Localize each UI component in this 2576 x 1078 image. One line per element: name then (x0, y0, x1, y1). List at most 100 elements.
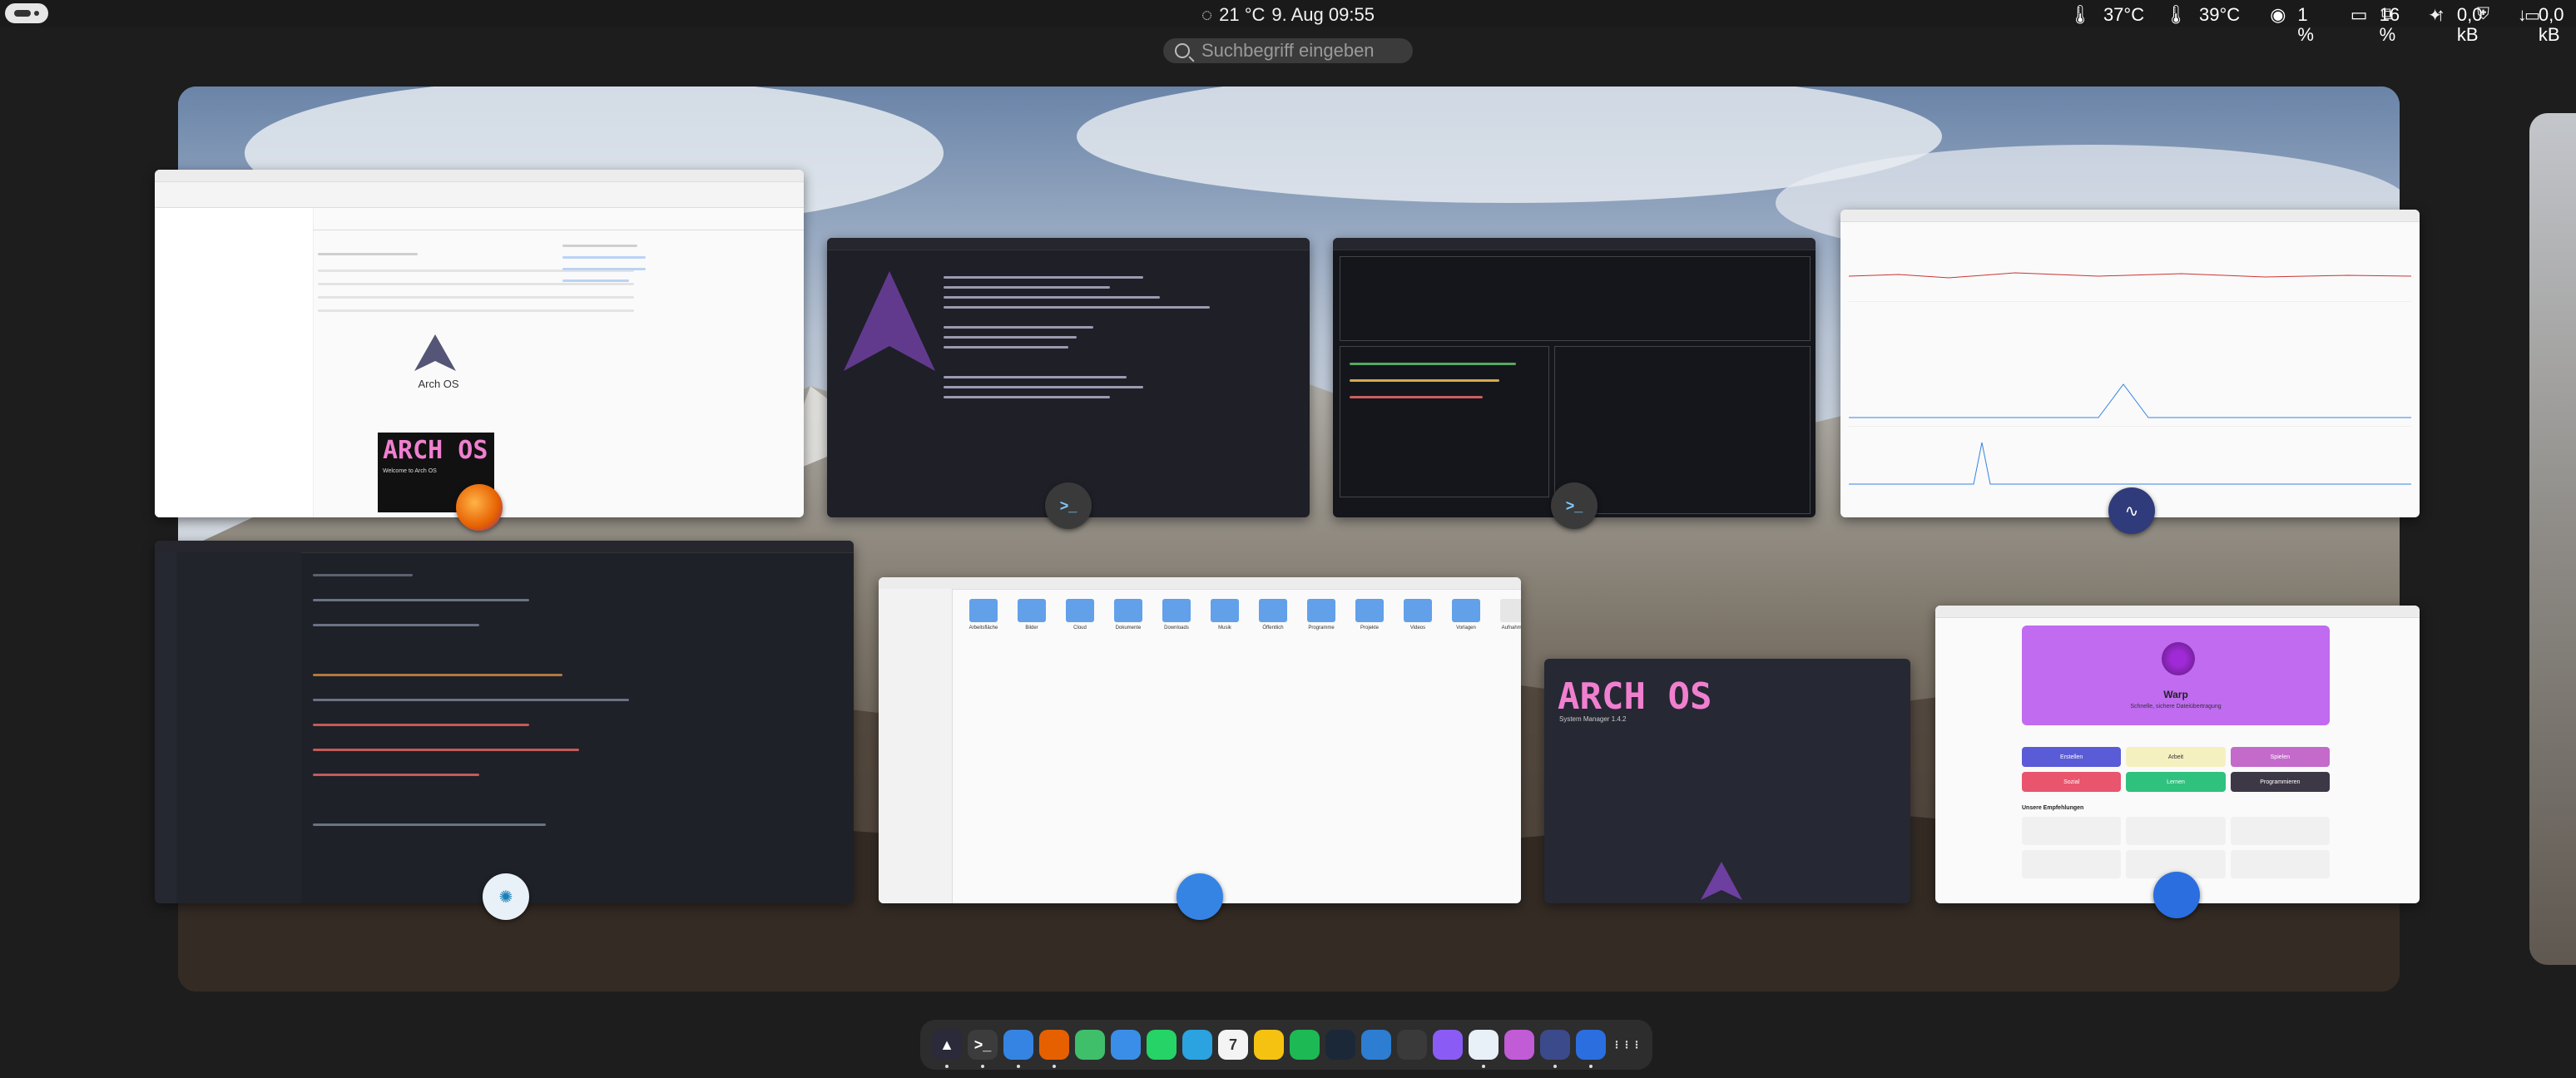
window-firefox[interactable]: Arch OS ARCH OS Welcome to Arch OS (155, 170, 804, 517)
folder-label: Vorlagen (1456, 626, 1476, 630)
browser-toolbar[interactable] (155, 182, 804, 208)
dock-firefox-icon[interactable] (1039, 1030, 1069, 1068)
shield-icon[interactable]: ⛨ (2477, 5, 2489, 26)
dock-whatsapp-icon[interactable] (1147, 1030, 1177, 1060)
arch-logo-icon (1701, 862, 1742, 900)
gitkraken-icon: ✺ (483, 873, 529, 920)
category-develop[interactable]: Programmieren (2230, 772, 2330, 792)
disk-graph (1849, 442, 2411, 485)
dock-console-icon[interactable]: >_ (968, 1030, 998, 1068)
search-placeholder: Suchbegriff eingeben (1201, 40, 1375, 61)
folder-item[interactable]: Videos (1399, 599, 1436, 630)
window-archos-splash[interactable]: ARCH OS System Manager 1.4.2 (1544, 659, 1910, 903)
dock-gitkraken-icon[interactable] (1469, 1030, 1499, 1068)
window-system-monitor[interactable] (1840, 210, 2420, 517)
folder-icon (1452, 599, 1480, 622)
folder-item[interactable]: Programme (1303, 599, 1340, 630)
category-create[interactable]: Erstellen (2022, 747, 2122, 767)
dock-notes-icon[interactable] (1254, 1030, 1284, 1060)
window-titlebar[interactable] (827, 238, 1310, 250)
window-terminal-fastfetch[interactable] (827, 238, 1310, 517)
folder-item[interactable]: Downloads (1158, 599, 1195, 630)
folder-item[interactable]: Öffentlich (1255, 599, 1291, 630)
window-titlebar[interactable] (1935, 606, 2420, 618)
window-titlebar[interactable] (1333, 238, 1816, 250)
dock-twitch-icon[interactable] (1433, 1030, 1463, 1060)
folder-item[interactable]: Aufnahmen (1496, 599, 1521, 630)
category-learn[interactable]: Lernen (2126, 772, 2226, 792)
folder-item[interactable]: Vorlagen (1448, 599, 1484, 630)
folder-item[interactable]: Dokumente (1110, 599, 1147, 630)
dock-browser-alt-icon[interactable] (1111, 1030, 1141, 1060)
weather-icon: ◌ (1201, 4, 1213, 25)
folder-item[interactable]: Musik (1206, 599, 1243, 630)
featured-title: Warp (2163, 689, 2188, 700)
featured-banner[interactable]: Warp Schnelle, sichere Dateiübertragung (2022, 626, 2330, 725)
folder-label: Videos (1409, 626, 1426, 630)
folder-item[interactable]: Cloud (1062, 599, 1098, 630)
running-indicator (1482, 1065, 1485, 1068)
running-indicator (1589, 1065, 1593, 1068)
files-sidebar[interactable] (879, 589, 953, 903)
dock: ▲ >_ 7 ⋮⋮⋮ (920, 1020, 1652, 1070)
archos-title: ARCH OS (1558, 675, 1712, 718)
folder-label: Programme (1308, 626, 1335, 630)
next-workspace-preview[interactable] (2529, 113, 2576, 965)
dock-show-apps-icon[interactable]: ⋮⋮⋮ (1612, 1030, 1642, 1060)
dock-vscode-icon[interactable] (1361, 1030, 1391, 1060)
network-graph (1849, 383, 2411, 418)
dock-telegram-icon[interactable] (1182, 1030, 1212, 1060)
folder-item[interactable]: Projekte (1351, 599, 1388, 630)
dock-app-purple-icon[interactable] (1504, 1030, 1534, 1060)
datetime-text: 9. Aug 09:55 (1271, 4, 1375, 25)
cpu-temp: 37°C (2103, 4, 2145, 25)
dock-spotify-icon[interactable] (1290, 1030, 1320, 1060)
folder-icon (1307, 599, 1335, 622)
category-social[interactable]: Sozial (2022, 772, 2122, 792)
files-icon (1177, 873, 1223, 920)
search-input[interactable]: Suchbegriff eingeben (1163, 38, 1413, 63)
folder-item[interactable]: Bilder (1013, 599, 1050, 630)
running-indicator (945, 1065, 949, 1068)
dock-maps-icon[interactable] (1075, 1030, 1105, 1060)
category-work[interactable]: Arbeit (2126, 747, 2226, 767)
folder-icon (1114, 599, 1142, 622)
arch-os-heading: Arch OS (418, 378, 459, 390)
folder-label: Aufnahmen (1501, 626, 1521, 630)
folder-label: Arbeitsfläche (968, 626, 998, 630)
window-software[interactable]: Warp Schnelle, sichere Dateiübertragung … (1935, 606, 2420, 903)
category-play[interactable]: Spielen (2230, 747, 2330, 767)
folder-item[interactable]: Arbeitsfläche (965, 599, 1002, 630)
weather-text: 21 °C (1219, 4, 1266, 25)
extension-icon[interactable]: ✦ (2428, 5, 2442, 26)
arch-ascii-logo (844, 271, 935, 371)
software-icon (2153, 872, 2200, 918)
window-vscode[interactable] (155, 541, 854, 903)
window-titlebar[interactable] (155, 170, 804, 182)
dock-software-icon[interactable] (1576, 1030, 1606, 1068)
folder-icon (1500, 599, 1521, 622)
screenshot-icon[interactable]: ⧉ (2381, 5, 2393, 26)
dock-calendar-icon[interactable]: 7 (1218, 1030, 1248, 1060)
window-titlebar[interactable] (1840, 210, 2420, 222)
firefox-icon (456, 484, 503, 531)
dock-extensions-icon[interactable] (1397, 1030, 1427, 1060)
window-titlebar[interactable] (879, 577, 1521, 590)
folder-label: Cloud (1073, 626, 1087, 630)
dock-steam-icon[interactable] (1325, 1030, 1355, 1060)
folder-label: Projekte (1360, 626, 1379, 630)
featured-desc: Schnelle, sichere Dateiübertragung (2130, 704, 2222, 710)
cpu-icon: ◉ (2270, 4, 2286, 25)
folder-label: Musik (1218, 626, 1231, 630)
folder-label: Downloads (1164, 626, 1189, 630)
dock-system-monitor-icon[interactable] (1540, 1030, 1570, 1068)
dock-files-icon[interactable] (1003, 1030, 1033, 1068)
running-indicator (1553, 1065, 1557, 1068)
window-titlebar[interactable] (155, 541, 854, 553)
display-icon[interactable]: ▭ (2524, 5, 2540, 26)
window-files[interactable]: Arbeitsfläche Bilder Cloud Dokumente Downloa… (879, 577, 1521, 903)
warp-app-icon (2162, 642, 2195, 675)
folder-icon (1355, 599, 1384, 622)
window-terminal-btop[interactable] (1333, 238, 1816, 517)
dock-arch-os-icon[interactable]: ▲ (932, 1030, 962, 1068)
